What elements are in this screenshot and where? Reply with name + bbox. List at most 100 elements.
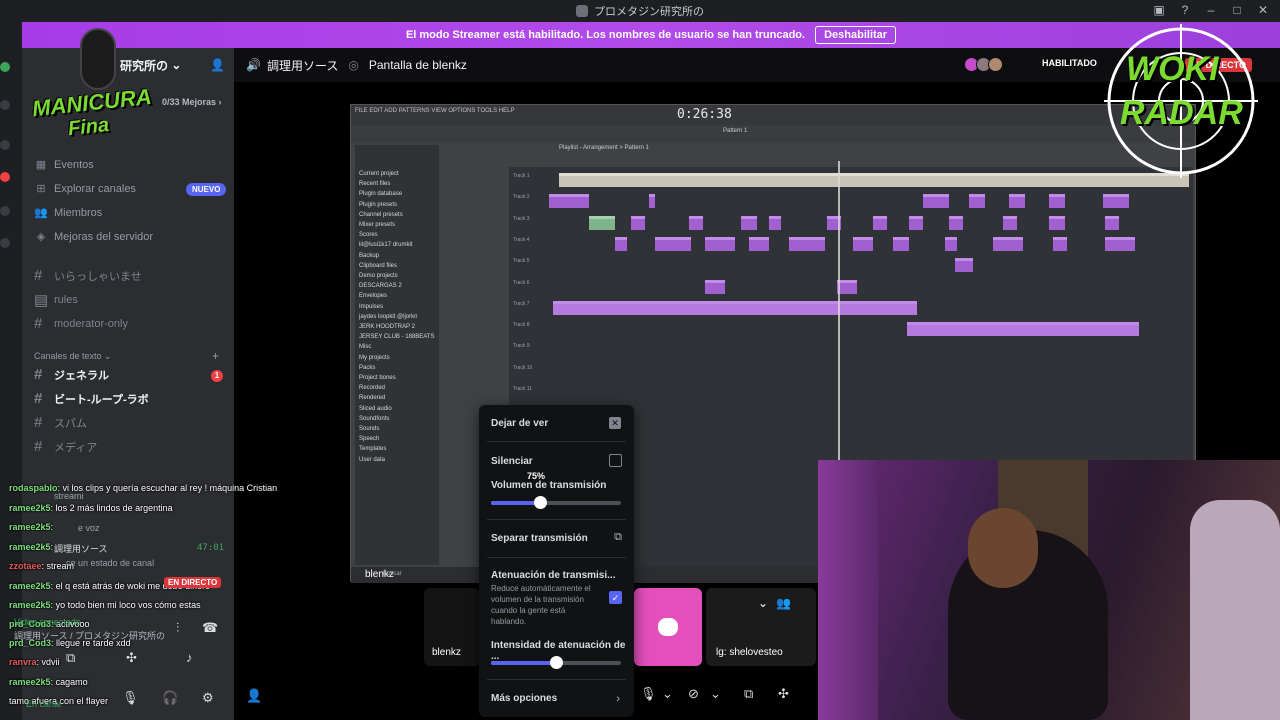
browser-item[interactable]: lil@lusi1k17 drumkit — [359, 242, 412, 248]
audio-clip[interactable] — [907, 322, 1139, 337]
viewer-avatars[interactable] — [964, 57, 1003, 72]
track-label[interactable]: Track 3 — [513, 216, 529, 222]
audio-clip[interactable] — [1105, 236, 1135, 251]
slider-knob[interactable] — [534, 496, 548, 509]
browser-item[interactable]: Mixer presets — [359, 222, 395, 228]
audio-clip[interactable] — [949, 215, 963, 230]
nav-explore-channels[interactable]: ⊞ Explorar canales — [34, 182, 136, 196]
audio-clip[interactable] — [993, 236, 1023, 251]
noise-suppression-icon[interactable]: ⫶ — [176, 620, 179, 636]
channel-welcome[interactable]: # いらっしゃいませ — [34, 267, 142, 284]
popout-stream-option[interactable]: Separar transmisión — [491, 533, 588, 544]
browser-item[interactable]: DESCARGAS 2 — [359, 283, 402, 289]
browser-item[interactable]: jaydes loopkit @ljorkn — [359, 314, 417, 320]
browser-item[interactable]: My projects — [359, 355, 390, 361]
audio-clip[interactable] — [873, 215, 887, 230]
browser-item[interactable]: Envelopes — [359, 293, 387, 299]
browser-item[interactable]: Packs — [359, 365, 375, 371]
maximize-icon[interactable]: □ — [1230, 3, 1244, 17]
browser-item[interactable]: Soundfonts — [359, 416, 389, 422]
add-channel-icon[interactable]: + — [212, 349, 219, 363]
microphone-icon[interactable]: 🎙 — [122, 690, 139, 706]
track-label[interactable]: Track 5 — [513, 258, 529, 264]
browser-item[interactable]: Templates — [359, 446, 386, 452]
boost-progress[interactable]: 0/33 Mejoras › — [162, 97, 222, 107]
attenuation-checkbox[interactable]: ✓ — [609, 591, 622, 604]
track-label[interactable]: Track 11 — [513, 386, 532, 392]
chevron-up-icon[interactable]: ⌄ — [710, 686, 721, 702]
audio-clip[interactable] — [969, 194, 985, 209]
track-label[interactable]: Track 9 — [513, 343, 529, 349]
audio-clip[interactable] — [909, 215, 923, 230]
channel-media[interactable]: # メディア — [34, 438, 97, 455]
attenuation-intensity-slider[interactable] — [491, 656, 621, 669]
screen-share-icon[interactable]: ⧉ — [744, 686, 753, 702]
minimize-icon[interactable]: – — [1204, 3, 1218, 17]
audio-clip[interactable] — [923, 194, 949, 209]
audio-clip[interactable] — [705, 279, 725, 294]
participants-icon[interactable]: 👥 — [776, 596, 791, 610]
chevron-down-icon[interactable]: ⌄ — [758, 596, 768, 610]
server-icon[interactable] — [0, 62, 10, 72]
server-icon[interactable] — [0, 100, 10, 110]
track-label[interactable]: Track 8 — [513, 322, 529, 328]
external-link-icon[interactable]: ⧉ — [614, 531, 622, 544]
screen-share-icon[interactable]: ⧉ — [66, 650, 75, 666]
activities-icon[interactable]: ✣ — [778, 686, 789, 702]
audio-clip[interactable] — [615, 236, 627, 251]
audio-clip[interactable] — [1003, 215, 1017, 230]
audio-clip[interactable] — [893, 236, 909, 251]
browser-item[interactable]: Speech — [359, 436, 379, 442]
browser-item[interactable]: Rendered — [359, 395, 385, 401]
browser-item[interactable]: Recent files — [359, 181, 390, 187]
browser-item[interactable]: Sliced audio — [359, 406, 392, 412]
browser-item[interactable]: Plugin presets — [359, 202, 397, 208]
server-icon[interactable] — [0, 140, 10, 150]
microphone-icon[interactable]: 🎙 — [640, 686, 657, 702]
audio-clip[interactable] — [631, 215, 645, 230]
stop-watching-option[interactable]: Dejar de ver — [491, 418, 548, 429]
nav-events[interactable]: ▦ Eventos — [34, 158, 94, 172]
audio-clip[interactable] — [769, 215, 781, 230]
audio-clip[interactable] — [1105, 215, 1119, 230]
soundboard-icon[interactable]: ♪ — [186, 650, 193, 665]
add-member-icon[interactable]: 👤 — [210, 58, 225, 72]
channel-moderator-only[interactable]: # moderator-only — [34, 315, 128, 332]
audio-clip[interactable] — [1103, 194, 1129, 209]
browser-item[interactable]: User data — [359, 457, 385, 463]
add-friend-icon[interactable]: 👤 — [246, 688, 262, 704]
category-text-channels[interactable]: Canales de texto ⌄ — [34, 351, 112, 362]
audio-clip[interactable] — [689, 215, 703, 230]
track-label[interactable]: Track 7 — [513, 301, 529, 307]
track-label[interactable]: Track 2 — [513, 194, 529, 200]
browser-item[interactable]: Misc — [359, 344, 371, 350]
channel-spam[interactable]: # スパム — [34, 414, 87, 431]
settings-gear-icon[interactable]: ⚙ — [202, 690, 214, 706]
participant-tile-discord[interactable] — [634, 588, 702, 666]
audio-clip[interactable] — [945, 236, 957, 251]
browser-item[interactable]: Sounds — [359, 426, 379, 432]
audio-clip[interactable] — [705, 236, 735, 251]
inbox-icon[interactable]: ▣ — [1152, 3, 1166, 17]
audio-clip[interactable] — [649, 194, 655, 209]
headphones-icon[interactable]: 🎧 — [162, 690, 178, 706]
nav-server-boosts[interactable]: ◈ Mejoras del servidor — [34, 230, 153, 244]
track-label[interactable]: Track 1 — [513, 173, 529, 179]
audio-clip[interactable] — [741, 215, 757, 230]
browser-item[interactable]: Recorded — [359, 385, 385, 391]
track-label[interactable]: Track 6 — [513, 280, 529, 286]
chevron-up-icon[interactable]: ⌄ — [662, 686, 673, 702]
mute-option[interactable]: Silenciar — [491, 456, 533, 467]
browser-item[interactable]: Plugin database — [359, 191, 402, 197]
audio-clip[interactable] — [655, 236, 691, 251]
channel-general[interactable]: # ジェネラル — [34, 366, 109, 383]
disable-streamer-mode-button[interactable]: Deshabilitar — [815, 26, 897, 44]
close-icon[interactable]: ✕ — [1256, 3, 1270, 17]
server-icon[interactable] — [0, 238, 10, 248]
browser-item[interactable]: Scores — [359, 232, 378, 238]
more-options[interactable]: Más opciones — [491, 693, 557, 704]
disconnect-icon[interactable]: ☎ — [202, 620, 218, 636]
channel-rules[interactable]: ▤ rules — [34, 291, 78, 309]
track-label[interactable]: Track 10 — [513, 365, 532, 371]
audio-clip[interactable] — [837, 279, 857, 294]
